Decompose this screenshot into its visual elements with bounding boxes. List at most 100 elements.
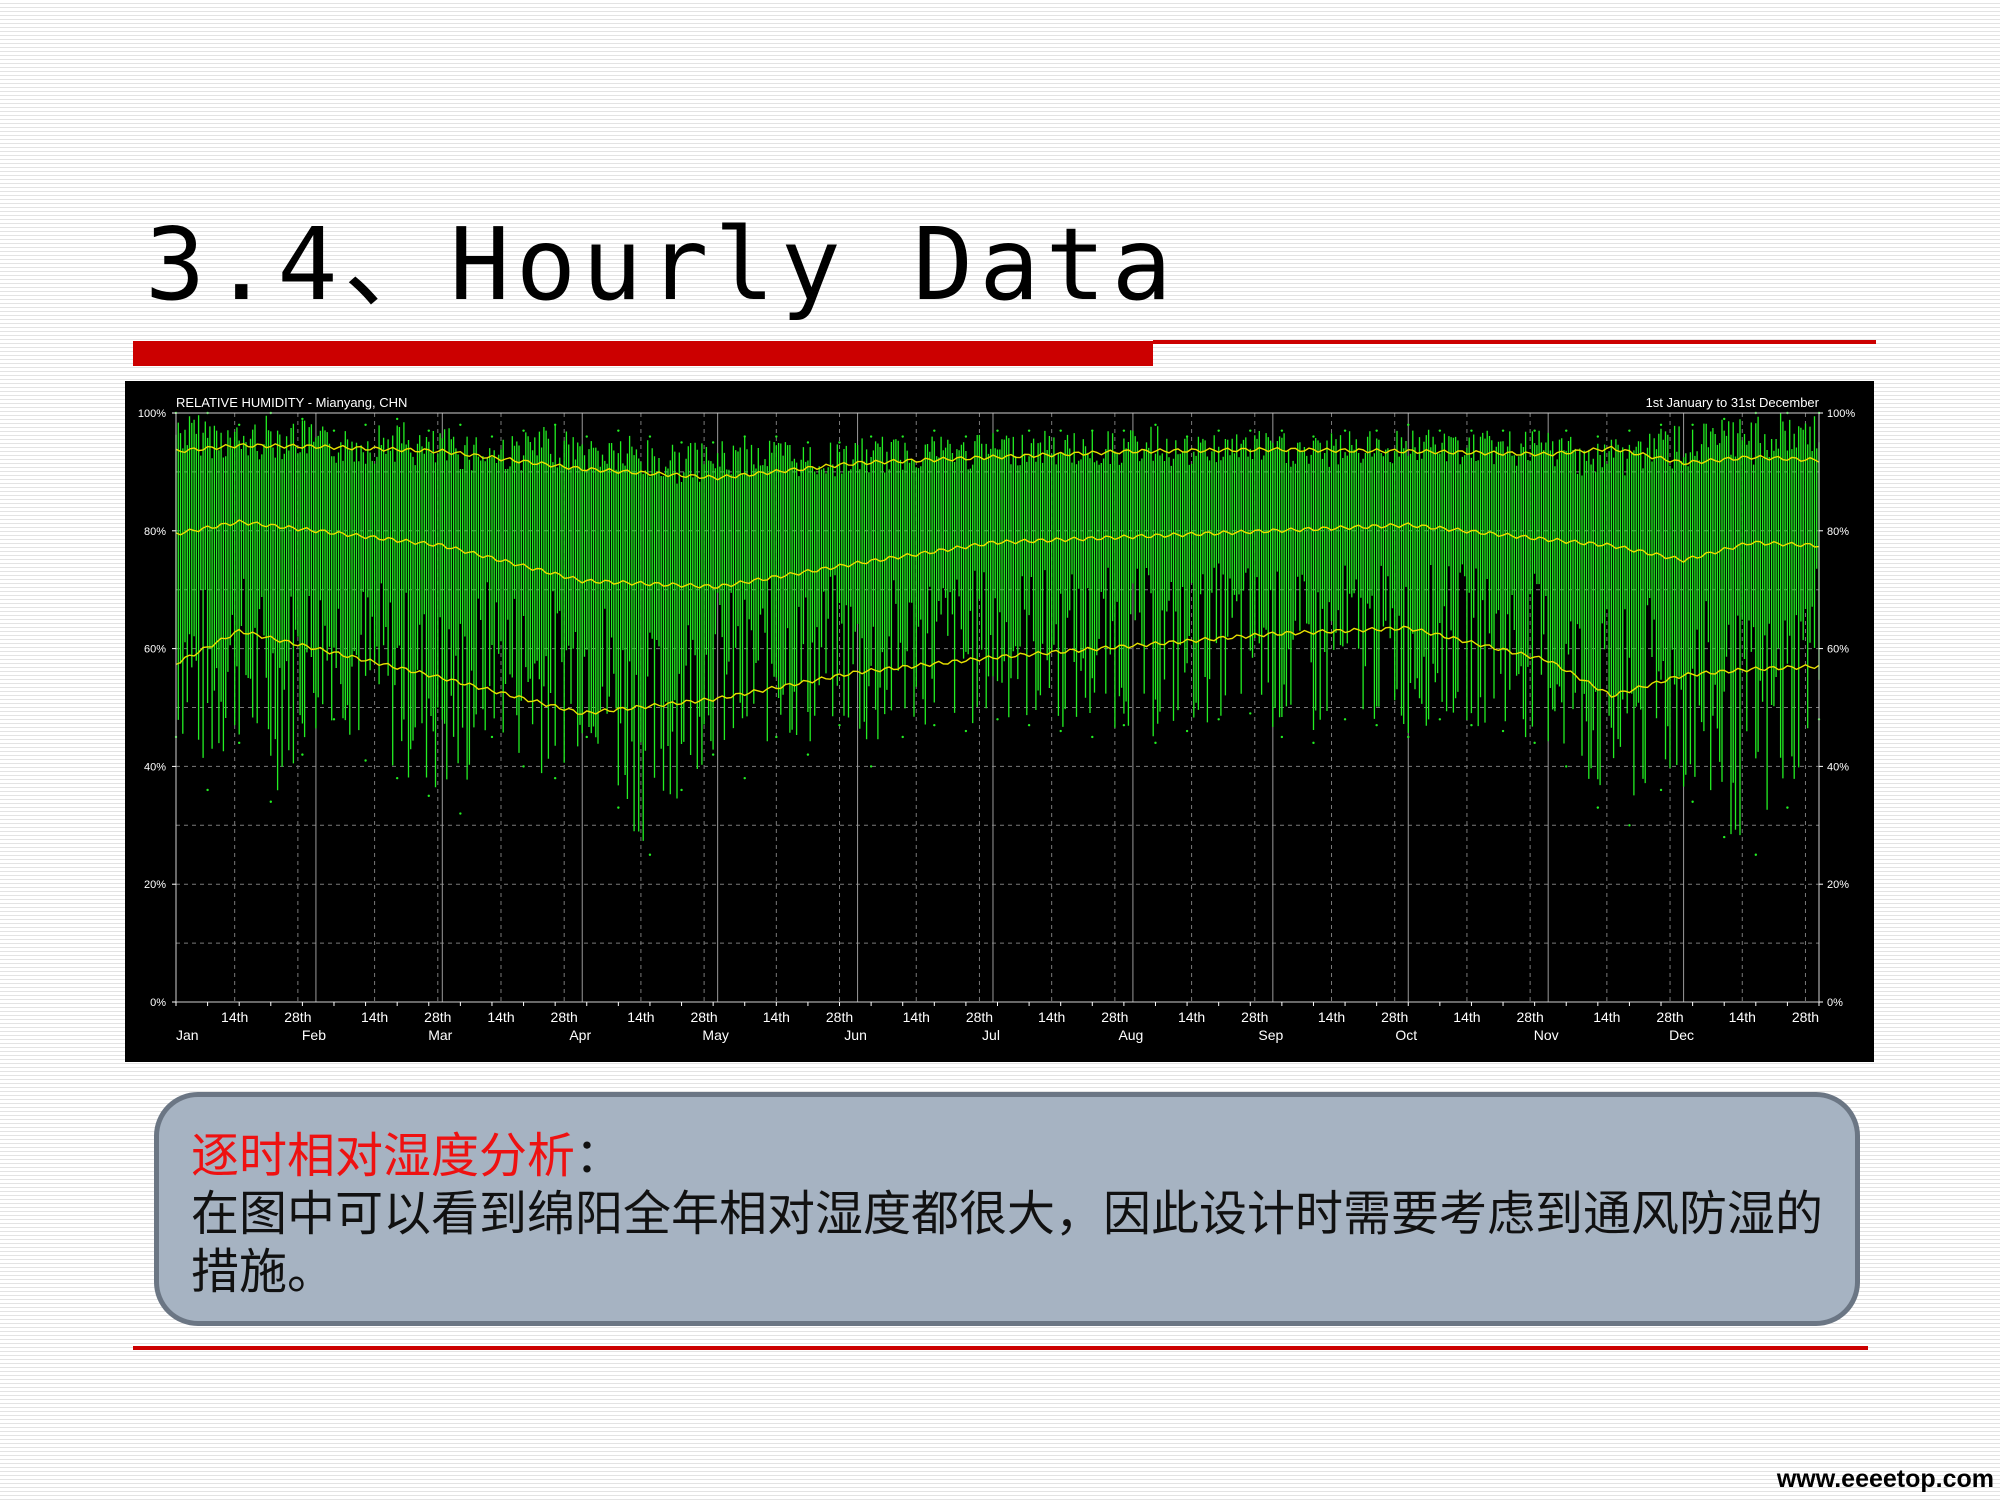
hourly-max-point bbox=[1343, 429, 1347, 432]
analysis-note-text: 逐时相对湿度分析： 在图中可以看到绵阳全年相对湿度都很大，因此设计时需要考虑到通… bbox=[191, 1127, 1831, 1301]
humidity-chart: RELATIVE HUMIDITY - Mianyang, CHN 1st Ja… bbox=[125, 381, 1874, 1062]
hourly-min-point bbox=[1723, 835, 1726, 839]
hourly-max-point bbox=[1533, 429, 1536, 432]
humidity-chart-svg: RELATIVE HUMIDITY - Mianyang, CHN 1st Ja… bbox=[138, 395, 1855, 1043]
hourly-max-point bbox=[996, 429, 999, 432]
hourly-min-point bbox=[743, 776, 746, 780]
hourly-min-point bbox=[1280, 735, 1284, 739]
hourly-min-point bbox=[869, 765, 873, 768]
hourly-min-point bbox=[1596, 806, 1600, 809]
hourly-humidity-trace bbox=[175, 413, 1820, 841]
hourly-max-point bbox=[1659, 423, 1663, 426]
hourly-min-point bbox=[711, 753, 715, 756]
footer-rule bbox=[133, 1346, 1868, 1350]
watermark: www.eeeetop.com bbox=[1776, 1465, 1994, 1493]
hourly-min-point bbox=[617, 806, 620, 809]
x-day-label: 14th bbox=[361, 1009, 388, 1025]
hourly-min-point bbox=[585, 735, 588, 739]
hourly-max-point bbox=[1501, 429, 1505, 432]
hourly-min-point bbox=[775, 735, 778, 739]
hourly-min-point bbox=[237, 741, 241, 745]
x-month-label: Apr bbox=[569, 1027, 591, 1043]
hourly-min-point bbox=[490, 735, 494, 739]
hourly-max-point bbox=[1122, 429, 1126, 432]
hourly-max-point bbox=[1059, 429, 1062, 432]
x-day-label: 28th bbox=[690, 1009, 717, 1025]
hourly-max-point bbox=[1596, 435, 1600, 438]
hourly-min-point bbox=[1185, 729, 1189, 733]
hourly-max-point bbox=[1438, 429, 1442, 432]
hourly-min-point bbox=[838, 723, 841, 727]
hourly-max-point bbox=[838, 441, 841, 444]
x-day-label: 28th bbox=[1241, 1009, 1268, 1025]
hourly-max-point bbox=[901, 435, 904, 438]
hourly-min-point bbox=[996, 718, 999, 721]
hourly-max-point bbox=[806, 441, 810, 444]
hourly-min-point bbox=[1628, 824, 1631, 827]
hourly-max-point bbox=[490, 435, 494, 438]
hourly-max-point bbox=[1470, 429, 1473, 432]
hourly-min-point bbox=[680, 788, 683, 792]
hourly-min-point bbox=[459, 812, 462, 815]
y-tick-label-right: 20% bbox=[1827, 879, 1849, 891]
note-body: 在图中可以看到绵阳全年相对湿度都很大，因此设计时需要考虑到通风防湿的措施。 bbox=[191, 1186, 1824, 1300]
hourly-min-point bbox=[1659, 788, 1663, 792]
hourly-max-point bbox=[395, 417, 399, 421]
hourly-max-point bbox=[1723, 417, 1726, 421]
hourly-min-point bbox=[1533, 741, 1536, 745]
hourly-max-point bbox=[1027, 429, 1031, 432]
hourly-min-point bbox=[1565, 765, 1568, 768]
hourly-max-point bbox=[743, 435, 746, 438]
hourly-max-point bbox=[459, 423, 462, 426]
x-day-label: 28th bbox=[1381, 1009, 1408, 1025]
hourly-max-point bbox=[1375, 429, 1378, 432]
hourly-max-point bbox=[775, 435, 778, 438]
y-tick-label-right: 0% bbox=[1827, 997, 1843, 1009]
hourly-min-point bbox=[1249, 712, 1252, 715]
x-day-label: 28th bbox=[424, 1009, 451, 1025]
x-day-label: 28th bbox=[966, 1009, 993, 1025]
slide-title: 3.4、Hourly Data bbox=[145, 206, 1178, 323]
hourly-max-point bbox=[364, 423, 367, 426]
hourly-max-point bbox=[964, 435, 968, 438]
y-tick-label-left: 20% bbox=[144, 879, 166, 891]
hourly-min-point bbox=[332, 718, 336, 721]
x-month-label: Mar bbox=[428, 1027, 452, 1043]
hourly-humidity-series bbox=[174, 411, 1821, 856]
y-tick-label-left: 60% bbox=[144, 644, 166, 656]
hourly-max-point bbox=[1249, 429, 1252, 432]
hourly-max-point bbox=[1185, 435, 1189, 438]
x-day-label: 28th bbox=[1101, 1009, 1128, 1025]
x-day-label: 14th bbox=[1038, 1009, 1065, 1025]
hourly-max-point bbox=[680, 441, 683, 444]
title-underline-thin bbox=[1153, 340, 1876, 344]
hourly-min-point bbox=[1059, 729, 1062, 733]
x-month-label: Jul bbox=[982, 1027, 1000, 1043]
x-day-label: 14th bbox=[1729, 1009, 1756, 1025]
hourly-min-point bbox=[301, 753, 304, 756]
hourly-min-point bbox=[964, 729, 968, 733]
hourly-min-point bbox=[1027, 723, 1031, 727]
hourly-max-point bbox=[933, 429, 936, 432]
x-month-label: Sep bbox=[1258, 1027, 1283, 1043]
analysis-note: 逐时相对湿度分析： 在图中可以看到绵阳全年相对湿度都很大，因此设计时需要考虑到通… bbox=[154, 1092, 1860, 1326]
y-tick-label-right: 40% bbox=[1827, 761, 1849, 773]
y-tick-label-right: 60% bbox=[1827, 644, 1849, 656]
hourly-max-point bbox=[237, 423, 241, 426]
x-month-label: Feb bbox=[302, 1027, 326, 1043]
x-day-label: 14th bbox=[487, 1009, 514, 1025]
hourly-min-point bbox=[933, 723, 936, 727]
hourly-max-point bbox=[1691, 423, 1694, 426]
hourly-min-point bbox=[1122, 723, 1126, 727]
hourly-min-point bbox=[1312, 741, 1315, 745]
hourly-min-point bbox=[1154, 741, 1157, 745]
y-tick-label-left: 80% bbox=[144, 526, 166, 538]
x-day-label: 28th bbox=[1656, 1009, 1683, 1025]
hourly-min-point bbox=[1343, 718, 1347, 721]
hourly-min-point bbox=[1407, 735, 1410, 739]
chart-title: RELATIVE HUMIDITY - Mianyang, CHN bbox=[176, 395, 407, 410]
hourly-min-point bbox=[901, 735, 904, 739]
x-month-label: Oct bbox=[1395, 1027, 1417, 1043]
x-day-label: 14th bbox=[221, 1009, 248, 1025]
hourly-min-point bbox=[1786, 806, 1789, 809]
